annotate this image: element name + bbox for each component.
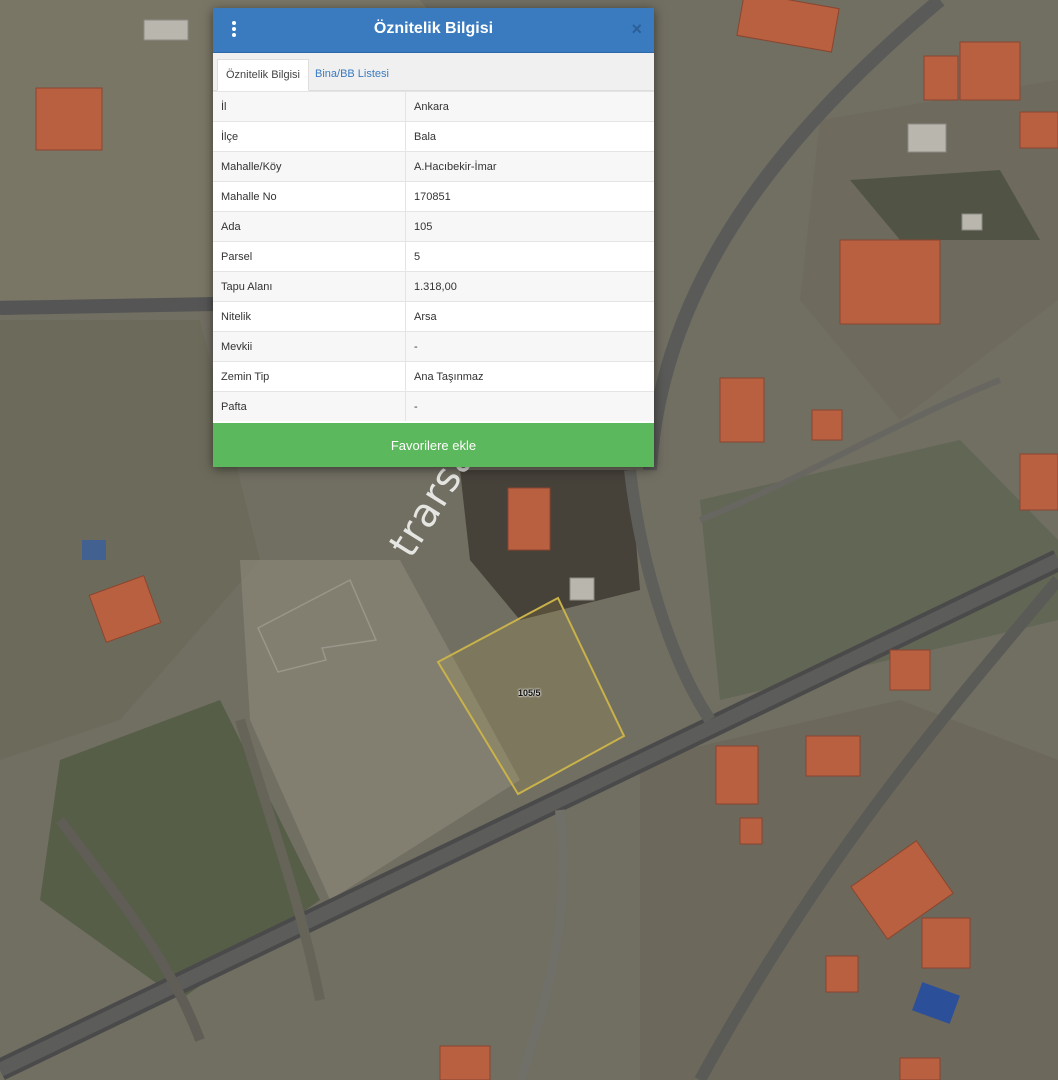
- attribute-key: Nitelik: [213, 301, 406, 332]
- dialog-tabs: Öznitelik Bilgisi Bina/BB Listesi: [213, 53, 654, 91]
- table-row: Tapu Alanı 1.318,00: [213, 271, 654, 302]
- table-row: Zemin Tip Ana Taşınmaz: [213, 361, 654, 392]
- attribute-key: Parsel: [213, 241, 406, 272]
- table-row: İl Ankara: [213, 91, 654, 122]
- attribute-table: İl Ankara İlçe Bala Mahalle/Köy A.Hacıbekir-İ…: [213, 91, 654, 421]
- attribute-key: Tapu Alanı: [213, 271, 406, 302]
- add-to-favorites-button[interactable]: Favorilere ekle: [213, 423, 654, 467]
- attribute-value: 1.318,00: [405, 271, 654, 302]
- attribute-value: A.Hacıbekir-İmar: [405, 151, 654, 182]
- dialog-header: Öznitelik Bilgisi ×: [213, 8, 654, 53]
- table-row: Ada 105: [213, 211, 654, 242]
- table-row: Mahalle/Köy A.Hacıbekir-İmar: [213, 151, 654, 182]
- table-row: Mahalle No 170851: [213, 181, 654, 212]
- attribute-value: Bala: [405, 121, 654, 152]
- parcel-label: 105/5: [518, 688, 541, 698]
- dialog-title: Öznitelik Bilgisi: [373, 20, 494, 37]
- attribute-key: İlçe: [213, 121, 406, 152]
- table-row: Mevkii -: [213, 331, 654, 362]
- attribute-key: Mahalle/Köy: [213, 151, 406, 182]
- attribute-value: 5: [405, 241, 654, 272]
- attribute-dialog: Öznitelik Bilgisi × Öznitelik Bilgisi Bi…: [213, 8, 654, 467]
- attribute-key: Mahalle No: [213, 181, 406, 212]
- attribute-key: Mevkii: [213, 331, 406, 362]
- attribute-value: 170851: [405, 181, 654, 212]
- attribute-key: Pafta: [213, 391, 406, 421]
- close-button[interactable]: ×: [631, 19, 642, 39]
- attribute-value: Ankara: [405, 91, 654, 122]
- table-row: İlçe Bala: [213, 121, 654, 152]
- attribute-value: -: [405, 331, 654, 362]
- table-row: Nitelik Arsa: [213, 301, 654, 332]
- attribute-value: Arsa: [405, 301, 654, 332]
- attribute-key: Ada: [213, 211, 406, 242]
- tab-attribute-info[interactable]: Öznitelik Bilgisi: [217, 59, 309, 91]
- attribute-value: Ana Taşınmaz: [405, 361, 654, 392]
- attribute-key: İl: [213, 91, 406, 122]
- attribute-value: 105: [405, 211, 654, 242]
- tab-building-list[interactable]: Bina/BB Listesi: [307, 59, 397, 89]
- table-row: Parsel 5: [213, 241, 654, 272]
- table-row: Pafta -: [213, 391, 654, 421]
- attribute-value: -: [405, 391, 654, 421]
- attribute-key: Zemin Tip: [213, 361, 406, 392]
